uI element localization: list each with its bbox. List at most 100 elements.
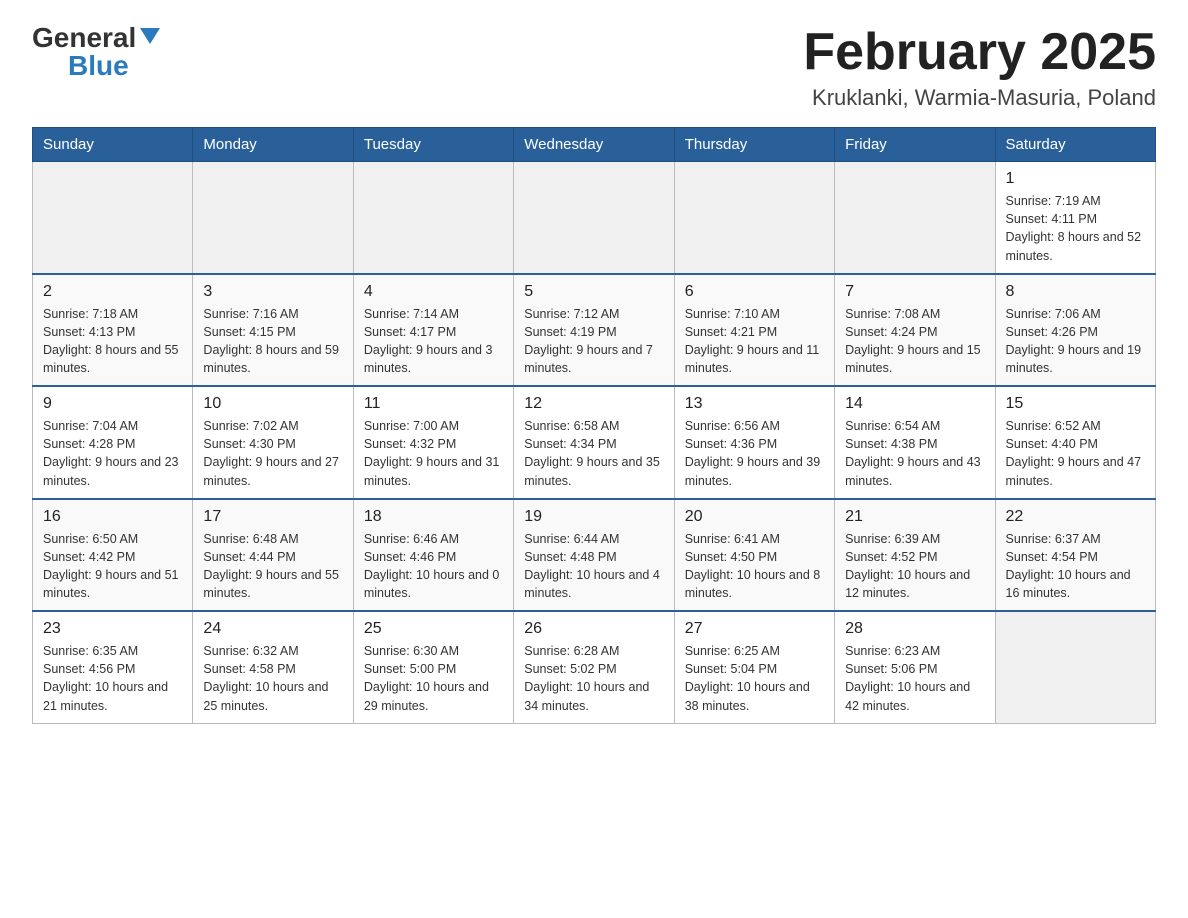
day-info: Sunrise: 6:46 AMSunset: 4:46 PMDaylight:…: [364, 530, 503, 603]
table-row: 17 Sunrise: 6:48 AMSunset: 4:44 PMDayligh…: [193, 499, 353, 612]
day-number: 26: [524, 620, 663, 638]
day-info: Sunrise: 7:08 AMSunset: 4:24 PMDaylight:…: [845, 305, 984, 378]
table-row: 12 Sunrise: 6:58 AMSunset: 4:34 PMDayligh…: [514, 386, 674, 499]
day-number: 12: [524, 395, 663, 413]
day-number: 3: [203, 283, 342, 301]
col-saturday: Saturday: [995, 128, 1155, 162]
day-number: 16: [43, 508, 182, 526]
day-info: Sunrise: 6:32 AMSunset: 4:58 PMDaylight:…: [203, 642, 342, 715]
table-row: [835, 162, 995, 274]
page-header: General Blue February 2025 Kruklanki, Wa…: [32, 24, 1156, 111]
day-number: 21: [845, 508, 984, 526]
day-number: 14: [845, 395, 984, 413]
day-number: 1: [1006, 170, 1145, 188]
col-tuesday: Tuesday: [353, 128, 513, 162]
col-wednesday: Wednesday: [514, 128, 674, 162]
day-number: 4: [364, 283, 503, 301]
table-row: 18 Sunrise: 6:46 AMSunset: 4:46 PMDayligh…: [353, 499, 513, 612]
col-sunday: Sunday: [33, 128, 193, 162]
day-number: 10: [203, 395, 342, 413]
day-info: Sunrise: 7:06 AMSunset: 4:26 PMDaylight:…: [1006, 305, 1145, 378]
logo-general-text: General: [32, 24, 136, 52]
table-row: 5 Sunrise: 7:12 AMSunset: 4:19 PMDaylight…: [514, 274, 674, 387]
table-row: 4 Sunrise: 7:14 AMSunset: 4:17 PMDaylight…: [353, 274, 513, 387]
table-row: [33, 162, 193, 274]
table-row: [674, 162, 834, 274]
table-row: 22 Sunrise: 6:37 AMSunset: 4:54 PMDayligh…: [995, 499, 1155, 612]
day-info: Sunrise: 7:12 AMSunset: 4:19 PMDaylight:…: [524, 305, 663, 378]
logo-triangle-icon: [140, 28, 160, 44]
table-row: 13 Sunrise: 6:56 AMSunset: 4:36 PMDayligh…: [674, 386, 834, 499]
table-row: [193, 162, 353, 274]
table-row: 23 Sunrise: 6:35 AMSunset: 4:56 PMDayligh…: [33, 611, 193, 723]
col-monday: Monday: [193, 128, 353, 162]
day-info: Sunrise: 6:35 AMSunset: 4:56 PMDaylight:…: [43, 642, 182, 715]
day-info: Sunrise: 6:50 AMSunset: 4:42 PMDaylight:…: [43, 530, 182, 603]
table-row: [514, 162, 674, 274]
day-number: 2: [43, 283, 182, 301]
day-number: 8: [1006, 283, 1145, 301]
day-info: Sunrise: 7:19 AMSunset: 4:11 PMDaylight:…: [1006, 192, 1145, 265]
table-row: 25Sunrise: 6:30 AMSunset: 5:00 PMDayligh…: [353, 611, 513, 723]
day-info: Sunrise: 6:28 AMSunset: 5:02 PMDaylight:…: [524, 642, 663, 715]
table-row: 19Sunrise: 6:44 AMSunset: 4:48 PMDayligh…: [514, 499, 674, 612]
day-number: 24: [203, 620, 342, 638]
day-number: 15: [1006, 395, 1145, 413]
day-info: Sunrise: 7:18 AMSunset: 4:13 PMDaylight:…: [43, 305, 182, 378]
day-info: Sunrise: 6:54 AMSunset: 4:38 PMDaylight:…: [845, 417, 984, 490]
day-info: Sunrise: 6:44 AMSunset: 4:48 PMDaylight:…: [524, 530, 663, 603]
table-row: 7Sunrise: 7:08 AMSunset: 4:24 PMDaylight…: [835, 274, 995, 387]
day-info: Sunrise: 6:39 AMSunset: 4:52 PMDaylight:…: [845, 530, 984, 603]
day-info: Sunrise: 7:04 AMSunset: 4:28 PMDaylight:…: [43, 417, 182, 490]
table-row: 3 Sunrise: 7:16 AMSunset: 4:15 PMDaylight…: [193, 274, 353, 387]
day-info: Sunrise: 7:00 AMSunset: 4:32 PMDaylight:…: [364, 417, 503, 490]
logo: General Blue: [32, 24, 160, 80]
table-row: 11 Sunrise: 7:00 AMSunset: 4:32 PMDayligh…: [353, 386, 513, 499]
day-info: Sunrise: 7:16 AMSunset: 4:15 PMDaylight:…: [203, 305, 342, 378]
day-info: Sunrise: 7:02 AMSunset: 4:30 PMDaylight:…: [203, 417, 342, 490]
month-title: February 2025: [803, 24, 1156, 81]
day-number: 23: [43, 620, 182, 638]
day-info: Sunrise: 7:14 AMSunset: 4:17 PMDaylight:…: [364, 305, 503, 378]
day-number: 28: [845, 620, 984, 638]
day-number: 9: [43, 395, 182, 413]
location-title: Kruklanki, Warmia-Masuria, Poland: [803, 85, 1156, 111]
logo-blue-text: Blue: [68, 52, 129, 80]
table-row: [995, 611, 1155, 723]
table-row: 14 Sunrise: 6:54 AMSunset: 4:38 PMDayligh…: [835, 386, 995, 499]
day-info: Sunrise: 7:10 AMSunset: 4:21 PMDaylight:…: [685, 305, 824, 378]
table-row: 8 Sunrise: 7:06 AMSunset: 4:26 PMDaylight…: [995, 274, 1155, 387]
table-row: 28 Sunrise: 6:23 AMSunset: 5:06 PMDayligh…: [835, 611, 995, 723]
day-info: Sunrise: 6:41 AMSunset: 4:50 PMDaylight:…: [685, 530, 824, 603]
day-number: 22: [1006, 508, 1145, 526]
day-info: Sunrise: 6:37 AMSunset: 4:54 PMDaylight:…: [1006, 530, 1145, 603]
table-row: 24 Sunrise: 6:32 AMSunset: 4:58 PMDayligh…: [193, 611, 353, 723]
day-number: 5: [524, 283, 663, 301]
table-row: 26 Sunrise: 6:28 AMSunset: 5:02 PMDayligh…: [514, 611, 674, 723]
day-info: Sunrise: 6:30 AMSunset: 5:00 PMDaylight:…: [364, 642, 503, 715]
table-row: 21 Sunrise: 6:39 AMSunset: 4:52 PMDayligh…: [835, 499, 995, 612]
day-number: 20: [685, 508, 824, 526]
day-number: 18: [364, 508, 503, 526]
day-number: 6: [685, 283, 824, 301]
table-row: 2 Sunrise: 7:18 AMSunset: 4:13 PMDaylight…: [33, 274, 193, 387]
table-row: 6 Sunrise: 7:10 AMSunset: 4:21 PMDaylight…: [674, 274, 834, 387]
day-info: Sunrise: 6:58 AMSunset: 4:34 PMDaylight:…: [524, 417, 663, 490]
title-section: February 2025 Kruklanki, Warmia-Masuria,…: [803, 24, 1156, 111]
table-row: [353, 162, 513, 274]
day-info: Sunrise: 6:52 AMSunset: 4:40 PMDaylight:…: [1006, 417, 1145, 490]
day-info: Sunrise: 6:48 AMSunset: 4:44 PMDaylight:…: [203, 530, 342, 603]
day-number: 17: [203, 508, 342, 526]
day-info: Sunrise: 6:23 AMSunset: 5:06 PMDaylight:…: [845, 642, 984, 715]
calendar-header-row: Sunday Monday Tuesday Wednesday Thursday…: [33, 128, 1156, 162]
table-row: 10 Sunrise: 7:02 AMSunset: 4:30 PMDayligh…: [193, 386, 353, 499]
table-row: 20 Sunrise: 6:41 AMSunset: 4:50 PMDayligh…: [674, 499, 834, 612]
col-thursday: Thursday: [674, 128, 834, 162]
day-number: 13: [685, 395, 824, 413]
day-info: Sunrise: 6:56 AMSunset: 4:36 PMDaylight:…: [685, 417, 824, 490]
day-info: Sunrise: 6:25 AMSunset: 5:04 PMDaylight:…: [685, 642, 824, 715]
table-row: 27Sunrise: 6:25 AMSunset: 5:04 PMDayligh…: [674, 611, 834, 723]
table-row: 9 Sunrise: 7:04 AMSunset: 4:28 PMDaylight…: [33, 386, 193, 499]
col-friday: Friday: [835, 128, 995, 162]
day-number: 11: [364, 395, 503, 413]
